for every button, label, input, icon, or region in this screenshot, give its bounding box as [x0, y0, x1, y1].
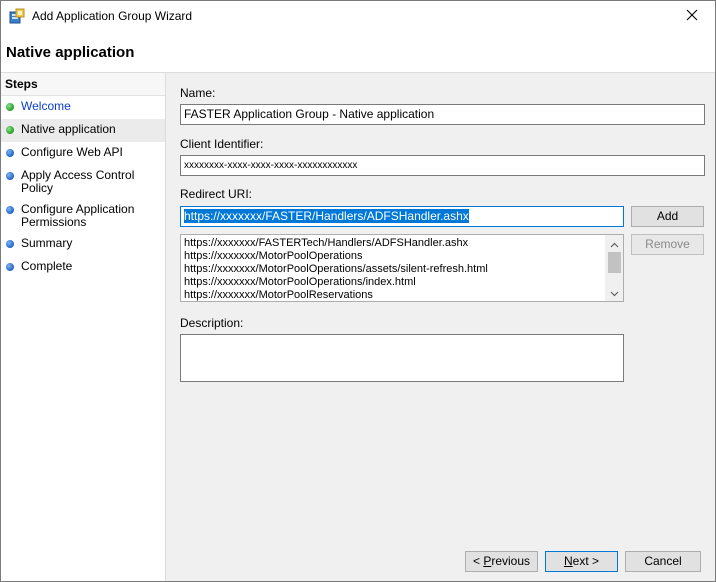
redirect-uri-list[interactable]: https://xxxxxxx/FASTERTech/Handlers/ADFS…	[180, 234, 624, 302]
title-bar: Add Application Group Wizard	[1, 1, 715, 32]
next-button[interactable]: Next >	[545, 551, 618, 572]
step-label: Configure Web API	[21, 145, 123, 159]
cancel-button[interactable]: Cancel	[625, 551, 701, 572]
previous-button[interactable]: < Previous	[465, 551, 538, 572]
steps-pane: Steps Welcome Native application Configu…	[1, 73, 166, 581]
content-pane: Name: FASTER Application Group - Native …	[166, 73, 715, 553]
window-title: Add Application Group Wizard	[32, 9, 193, 23]
step-native-application: Native application	[1, 119, 165, 142]
scroll-up-arrow[interactable]	[606, 235, 623, 252]
step-label: Summary	[21, 236, 73, 250]
step-label: Apply Access Control Policy	[21, 168, 135, 195]
page-title: Native application	[6, 44, 135, 61]
list-item[interactable]: https://xxxxxxx/FASTERTech/Handlers/ADFS…	[181, 237, 623, 250]
client-identifier-input[interactable]: xxxxxxxx-xxxx-xxxx-xxxx-xxxxxxxxxxxx	[180, 155, 705, 176]
steps-heading: Steps	[1, 73, 165, 96]
list-item[interactable]: https://xxxxxxx/MotorPoolReservations	[181, 289, 623, 301]
page-header: Native application	[1, 32, 715, 73]
remove-button[interactable]: Remove	[631, 234, 704, 255]
wizard-window: Add Application Group Wizard Native appl…	[0, 0, 716, 582]
step-summary: Summary	[1, 233, 165, 256]
name-label: Name:	[180, 86, 216, 100]
list-item[interactable]: https://xxxxxxx/MotorPoolOperations	[181, 250, 623, 263]
step-pending-icon	[6, 149, 14, 157]
list-item[interactable]: https://xxxxxxx/MotorPoolOperations/asse…	[181, 263, 623, 276]
step-label: Complete	[21, 259, 73, 273]
redirect-uri-label: Redirect URI:	[180, 187, 253, 201]
step-apply-access-control-policy: Apply Access Control Policy	[1, 165, 165, 199]
step-configure-web-api: Configure Web API	[1, 142, 165, 165]
redirect-uri-input[interactable]: https://xxxxxxx/FASTER/Handlers/ADFSHand…	[180, 206, 624, 227]
name-input[interactable]: FASTER Application Group - Native applic…	[180, 104, 705, 125]
close-icon	[686, 9, 698, 24]
previous-prefix: <	[472, 554, 484, 568]
description-label: Description:	[180, 316, 244, 330]
step-label: Configure Application Permissions	[21, 202, 135, 229]
step-complete-icon	[6, 126, 14, 134]
scroll-down-arrow[interactable]	[606, 284, 623, 301]
step-complete-icon	[6, 103, 14, 111]
list-scrollbar[interactable]	[605, 235, 623, 301]
add-button[interactable]: Add	[631, 206, 704, 227]
step-pending-icon	[6, 172, 14, 180]
step-complete: Complete	[1, 256, 165, 279]
redirect-uri-selected-text: https://xxxxxxx/FASTER/Handlers/ADFSHand…	[184, 209, 469, 223]
description-input[interactable]	[180, 334, 624, 382]
wizard-footer: < Previous Next > Cancel	[166, 541, 715, 581]
next-rest: ext >	[572, 554, 600, 568]
step-pending-icon	[6, 206, 14, 214]
chevron-down-icon	[610, 286, 619, 300]
step-pending-icon	[6, 240, 14, 248]
step-pending-icon	[6, 263, 14, 271]
step-welcome[interactable]: Welcome	[1, 96, 165, 119]
step-label: Native application	[21, 122, 116, 136]
step-configure-application-permissions: Configure Application Permissions	[1, 199, 165, 233]
chevron-up-icon	[610, 237, 619, 251]
list-item[interactable]: https://xxxxxxx/MotorPoolOperations/inde…	[181, 276, 623, 289]
previous-rest: revious	[491, 554, 531, 568]
close-button[interactable]	[669, 1, 715, 32]
next-access-key: N	[563, 554, 573, 568]
step-label: Welcome	[21, 99, 71, 113]
scroll-thumb[interactable]	[608, 252, 621, 273]
application-group-icon	[9, 8, 25, 24]
client-identifier-label: Client Identifier:	[180, 137, 264, 151]
